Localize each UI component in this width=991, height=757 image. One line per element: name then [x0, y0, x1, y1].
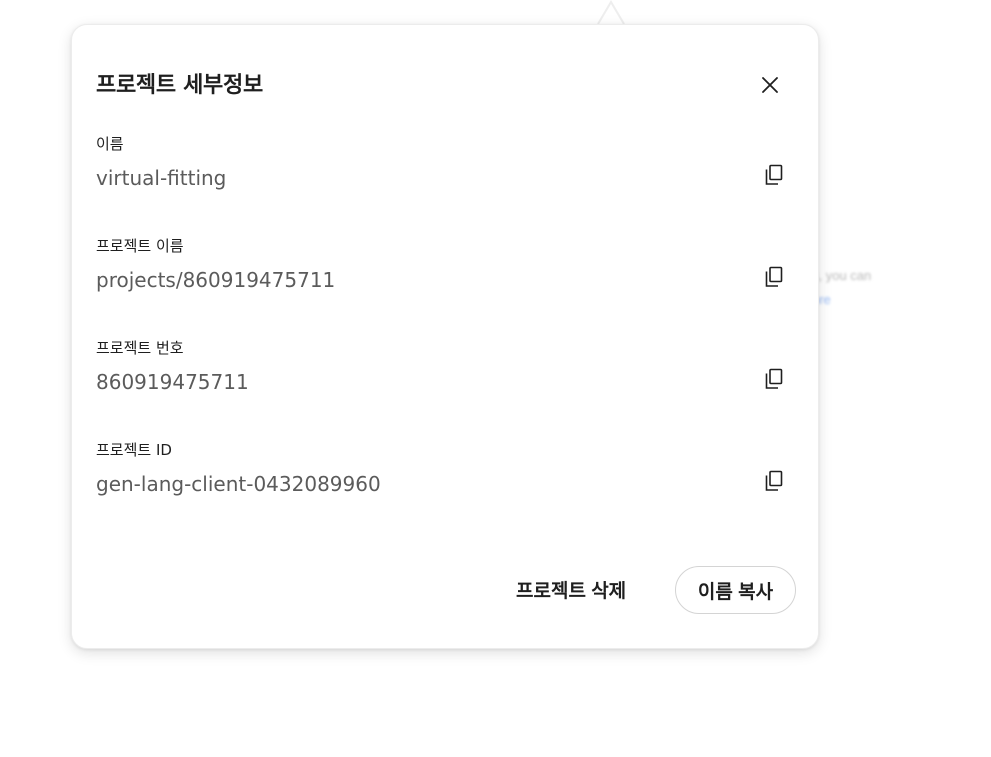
- field-project-id: 프로젝트 ID gen-lang-client-0432089960: [96, 439, 796, 509]
- field-project-name: 프로젝트 이름 projects/860919475711: [96, 235, 796, 305]
- background-link: ore: [812, 292, 831, 307]
- project-details-dialog: 프로젝트 세부정보 이름 virtual-fitting 프로젝트 이름 pro…: [71, 24, 819, 649]
- field-project-number: 프로젝트 번호 860919475711: [96, 337, 796, 407]
- background-caret-shape: [597, 0, 625, 24]
- copy-icon: [765, 368, 783, 389]
- copy-icon: [765, 164, 783, 185]
- field-label: 이름: [96, 135, 124, 153]
- copy-project-name-button[interactable]: [758, 261, 790, 293]
- delete-project-button[interactable]: 프로젝트 삭제: [508, 565, 634, 613]
- copy-name-icon-button[interactable]: [758, 159, 790, 191]
- close-icon: [762, 77, 778, 93]
- field-label: 프로젝트 이름: [96, 237, 184, 255]
- copy-icon: [765, 470, 783, 491]
- field-value: virtual-fitting: [96, 166, 227, 190]
- copy-project-id-button[interactable]: [758, 465, 790, 497]
- field-label: 프로젝트 ID: [96, 441, 172, 459]
- background-text-line: s, you can: [812, 268, 872, 283]
- field-value: projects/860919475711: [96, 268, 336, 292]
- close-button[interactable]: [754, 69, 786, 101]
- dialog-title: 프로젝트 세부정보: [96, 73, 263, 98]
- copy-project-number-button[interactable]: [758, 363, 790, 395]
- copy-icon: [765, 266, 783, 287]
- copy-name-button[interactable]: 이름 복사: [675, 566, 796, 614]
- field-name: 이름 virtual-fitting: [96, 133, 796, 203]
- background-obscured-text: s, you can ore: [812, 264, 871, 312]
- field-value: 860919475711: [96, 370, 249, 394]
- field-value: gen-lang-client-0432089960: [96, 472, 381, 496]
- field-label: 프로젝트 번호: [96, 339, 184, 357]
